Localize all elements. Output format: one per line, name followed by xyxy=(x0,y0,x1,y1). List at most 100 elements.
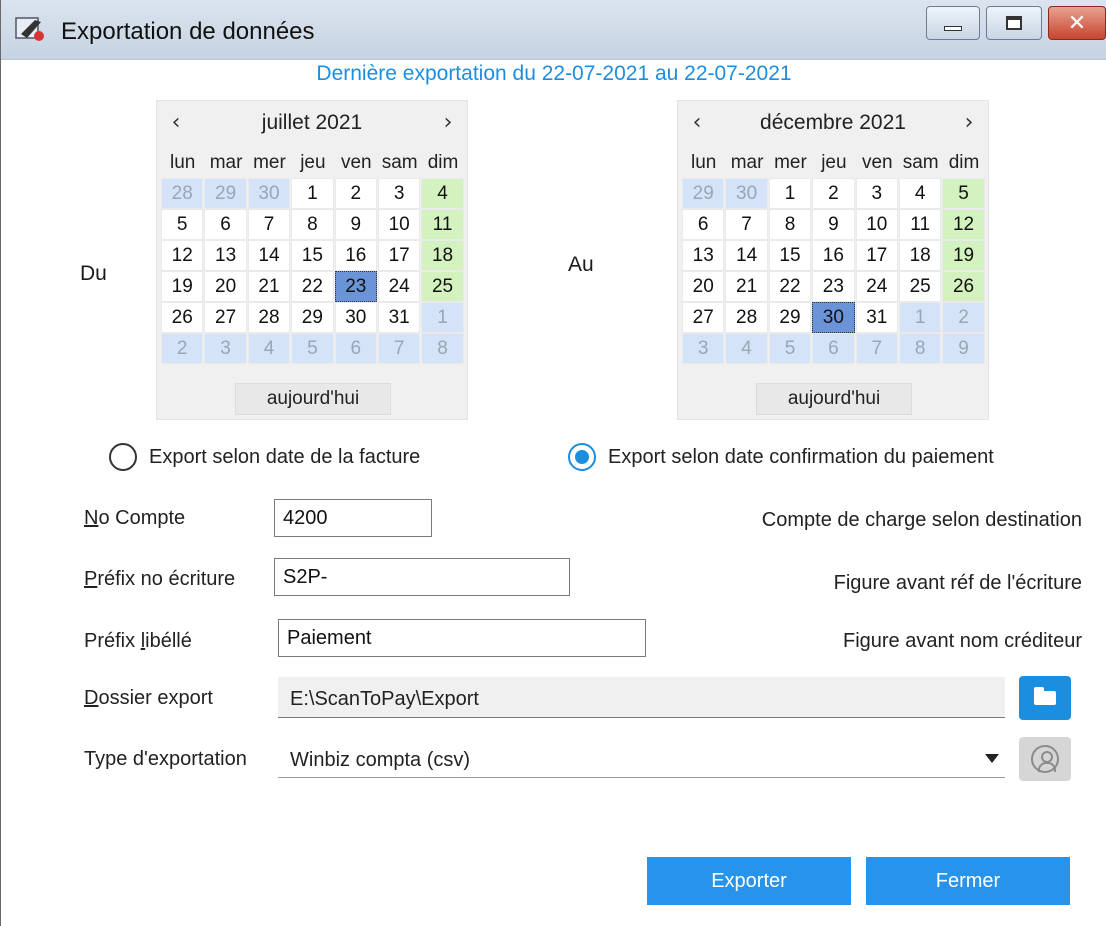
calendar-day[interactable]: 29 xyxy=(204,178,247,209)
radio-invoice-date[interactable]: Export selon date de la facture xyxy=(109,443,420,471)
calendar-day[interactable]: 6 xyxy=(334,333,377,364)
calendar-day[interactable]: 7 xyxy=(247,209,291,240)
prev-month-button[interactable]: ‹ xyxy=(682,107,712,137)
calendar-day[interactable]: 2 xyxy=(161,333,204,364)
calendar-day[interactable]: 14 xyxy=(725,240,768,271)
calendar-day[interactable]: 10 xyxy=(855,209,898,240)
calendar-day[interactable]: 16 xyxy=(812,240,855,271)
calendar-day[interactable]: 20 xyxy=(682,271,725,302)
calendar-day[interactable]: 4 xyxy=(898,178,942,209)
calendar-day[interactable]: 30 xyxy=(247,178,291,209)
next-month-button[interactable]: › xyxy=(954,107,984,137)
calendar-day[interactable]: 1 xyxy=(291,178,334,209)
account-input[interactable] xyxy=(274,499,432,537)
folder-path-field[interactable]: E:\ScanToPay\Export xyxy=(278,677,1005,718)
calendar-day[interactable]: 25 xyxy=(421,271,464,302)
calendar-day[interactable]: 3 xyxy=(682,333,725,364)
calendar-day[interactable]: 24 xyxy=(855,271,898,302)
calendar-day[interactable]: 9 xyxy=(812,209,855,240)
calendar-day[interactable]: 26 xyxy=(161,302,204,333)
calendar-day[interactable]: 6 xyxy=(682,209,725,240)
radio-circle[interactable] xyxy=(568,443,596,471)
calendar-day[interactable]: 4 xyxy=(247,333,291,364)
browse-folder-button[interactable] xyxy=(1019,676,1071,720)
calendar-month-title[interactable]: décembre 2021 xyxy=(718,111,948,135)
calendar-day[interactable]: 26 xyxy=(942,271,985,302)
calendar-day[interactable]: 21 xyxy=(725,271,768,302)
calendar-day[interactable]: 28 xyxy=(247,302,291,333)
calendar-day[interactable]: 4 xyxy=(725,333,768,364)
today-button[interactable]: aujourd'hui xyxy=(756,383,912,415)
calendar-day[interactable]: 31 xyxy=(855,302,898,333)
calendar-day[interactable]: 3 xyxy=(855,178,898,209)
calendar-day[interactable]: 1 xyxy=(898,302,942,333)
calendar-month-title[interactable]: juillet 2021 xyxy=(197,111,427,135)
calendar-day[interactable]: 11 xyxy=(421,209,464,240)
calendar-day[interactable]: 5 xyxy=(161,209,204,240)
calendar-day[interactable]: 5 xyxy=(942,178,985,209)
maximize-button[interactable] xyxy=(986,6,1042,40)
calendar-day[interactable]: 6 xyxy=(204,209,247,240)
selected-day[interactable]: 30 xyxy=(812,302,855,333)
calendar-day[interactable]: 30 xyxy=(334,302,377,333)
calendar-day[interactable]: 4 xyxy=(421,178,464,209)
calendar-day[interactable]: 7 xyxy=(725,209,768,240)
calendar-day[interactable]: 3 xyxy=(204,333,247,364)
minimize-button[interactable] xyxy=(926,6,980,40)
calendar-day[interactable]: 21 xyxy=(247,271,291,302)
calendar-day[interactable]: 2 xyxy=(812,178,855,209)
calendar-day[interactable]: 17 xyxy=(377,240,421,271)
calendar-day[interactable]: 29 xyxy=(768,302,812,333)
calendar-day[interactable]: 30 xyxy=(725,178,768,209)
calendar-day[interactable]: 18 xyxy=(421,240,464,271)
calendar-day[interactable]: 6 xyxy=(812,333,855,364)
calendar-day[interactable]: 11 xyxy=(898,209,942,240)
calendar-day[interactable]: 2 xyxy=(334,178,377,209)
calendar-day[interactable]: 22 xyxy=(291,271,334,302)
calendar-day[interactable]: 8 xyxy=(291,209,334,240)
calendar-day[interactable]: 14 xyxy=(247,240,291,271)
calendar-day[interactable]: 15 xyxy=(768,240,812,271)
user-settings-button[interactable] xyxy=(1019,737,1071,781)
calendar-day[interactable]: 5 xyxy=(291,333,334,364)
calendar-day[interactable]: 12 xyxy=(161,240,204,271)
calendar-day[interactable]: 7 xyxy=(855,333,898,364)
calendar-day[interactable]: 16 xyxy=(334,240,377,271)
calendar-day[interactable]: 10 xyxy=(377,209,421,240)
calendar-day[interactable]: 9 xyxy=(942,333,985,364)
selected-day[interactable]: 23 xyxy=(334,271,377,302)
close-window-button[interactable]: ✕ xyxy=(1048,6,1106,40)
calendar-day[interactable]: 5 xyxy=(768,333,812,364)
calendar-day[interactable]: 1 xyxy=(421,302,464,333)
label-prefix-input[interactable] xyxy=(278,619,646,657)
export-type-select[interactable]: Winbiz compta (csv) xyxy=(278,740,1005,778)
calendar-day[interactable]: 19 xyxy=(161,271,204,302)
calendar-day[interactable]: 27 xyxy=(682,302,725,333)
calendar-day[interactable]: 8 xyxy=(898,333,942,364)
calendar-day[interactable]: 28 xyxy=(161,178,204,209)
calendar-day[interactable]: 18 xyxy=(898,240,942,271)
calendar-day[interactable]: 8 xyxy=(768,209,812,240)
close-button[interactable]: Fermer xyxy=(866,857,1070,905)
calendar-day[interactable]: 12 xyxy=(942,209,985,240)
calendar-day[interactable]: 8 xyxy=(421,333,464,364)
calendar-day[interactable]: 29 xyxy=(682,178,725,209)
calendar-day[interactable]: 19 xyxy=(942,240,985,271)
radio-circle[interactable] xyxy=(109,443,137,471)
calendar-day[interactable]: 2 xyxy=(942,302,985,333)
calendar-day[interactable]: 23 xyxy=(812,271,855,302)
calendar-day[interactable]: 24 xyxy=(377,271,421,302)
export-button[interactable]: Exporter xyxy=(647,857,851,905)
radio-payment-date[interactable]: Export selon date confirmation du paieme… xyxy=(568,443,994,471)
calendar-day[interactable]: 27 xyxy=(204,302,247,333)
today-button[interactable]: aujourd'hui xyxy=(235,383,391,415)
prev-month-button[interactable]: ‹ xyxy=(161,107,191,137)
next-month-button[interactable]: › xyxy=(433,107,463,137)
calendar-day[interactable]: 28 xyxy=(725,302,768,333)
calendar-day[interactable]: 17 xyxy=(855,240,898,271)
calendar-day[interactable]: 25 xyxy=(898,271,942,302)
calendar-day[interactable]: 31 xyxy=(377,302,421,333)
calendar-day[interactable]: 13 xyxy=(204,240,247,271)
calendar-day[interactable]: 29 xyxy=(291,302,334,333)
calendar-day[interactable]: 22 xyxy=(768,271,812,302)
